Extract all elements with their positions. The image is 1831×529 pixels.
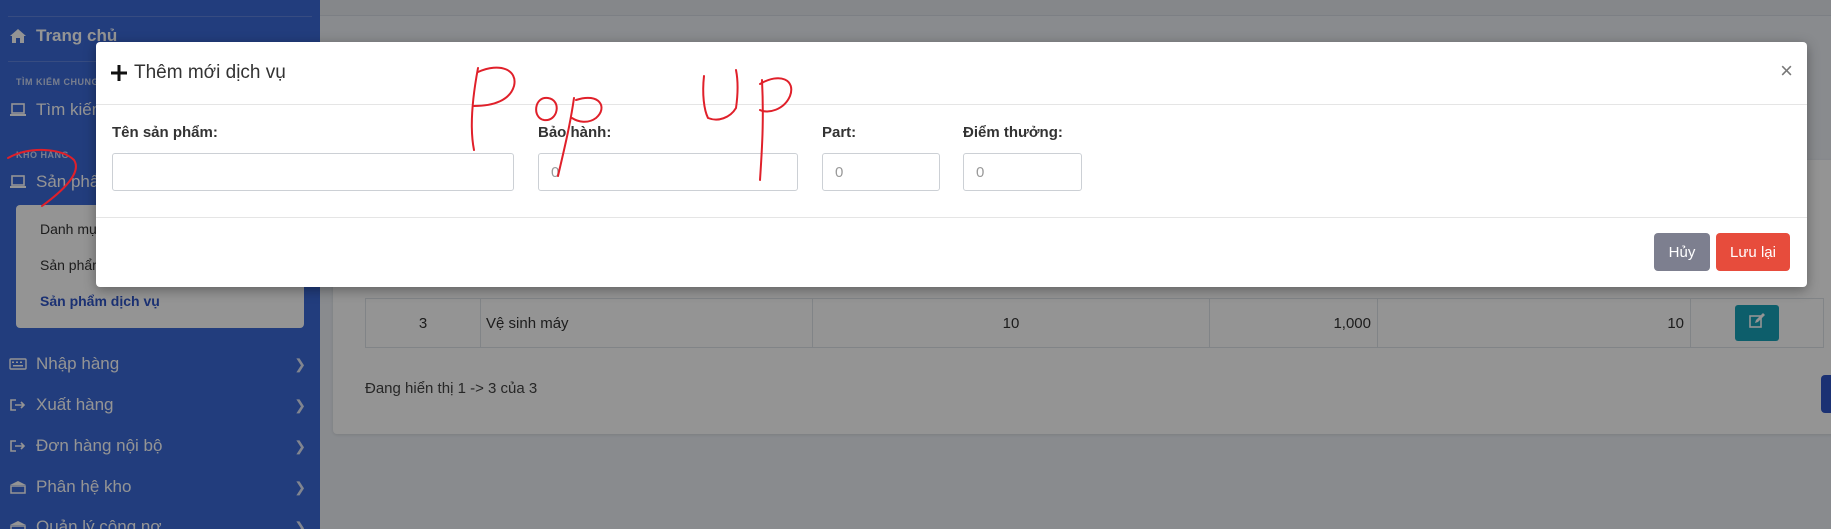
- product-name-label: Tên sản phẩm:: [112, 124, 218, 141]
- modal-title-text: Thêm mới dịch vụ: [134, 62, 286, 83]
- points-label: Điểm thưởng:: [963, 124, 1063, 141]
- warranty-input[interactable]: [538, 153, 798, 191]
- modal-footer: Hủy Lưu lại: [96, 217, 1807, 287]
- cancel-button[interactable]: Hủy: [1654, 233, 1710, 271]
- product-name-input[interactable]: [112, 153, 514, 191]
- plus-icon: [110, 64, 128, 82]
- add-service-modal: Thêm mới dịch vụ × Tên sản phẩm: Bảo hàn…: [96, 42, 1807, 287]
- close-icon[interactable]: ×: [1780, 60, 1793, 82]
- modal-header: Thêm mới dịch vụ ×: [96, 42, 1807, 105]
- modal-title: Thêm mới dịch vụ: [110, 62, 286, 84]
- save-button[interactable]: Lưu lại: [1716, 233, 1790, 271]
- points-input[interactable]: [963, 153, 1082, 191]
- part-input[interactable]: [822, 153, 940, 191]
- warranty-label: Bảo hành:: [538, 124, 612, 141]
- part-label: Part:: [822, 124, 857, 141]
